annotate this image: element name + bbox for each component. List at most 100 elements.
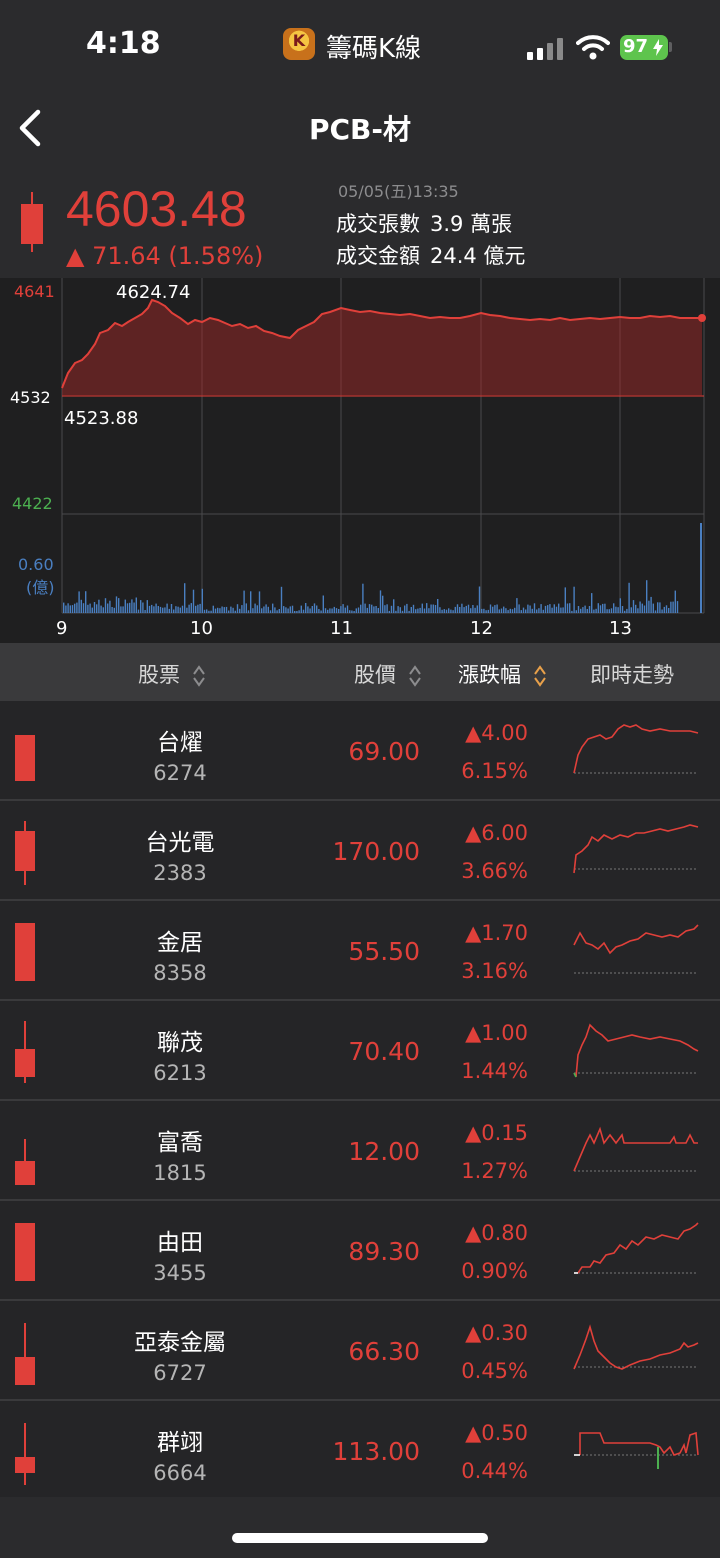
volume-bar xyxy=(450,609,452,613)
volume-bar xyxy=(454,606,456,613)
stock-price: 66.30 xyxy=(348,1337,420,1366)
volume-bar xyxy=(412,604,415,613)
volume-bar xyxy=(582,607,584,613)
volume-bar xyxy=(278,609,280,613)
volume-bar xyxy=(544,605,547,613)
candlestick-icon xyxy=(15,821,35,885)
quote-timestamp: 05/05(五)13:35 xyxy=(338,182,459,201)
volume-bar xyxy=(316,605,318,613)
volume-bar xyxy=(384,605,386,613)
volume-bar xyxy=(274,607,276,613)
cellular-signal-icon xyxy=(527,38,565,60)
volume-bar xyxy=(516,598,518,613)
sort-by-change[interactable]: 漲跌幅 xyxy=(458,659,546,689)
volume-bar xyxy=(551,607,553,613)
volume-bar xyxy=(300,605,302,613)
volume-bar xyxy=(320,610,322,613)
volume-bar xyxy=(199,603,201,613)
stock-pct: 3.66% xyxy=(461,859,528,883)
volume-bar xyxy=(228,610,230,613)
volume-bar xyxy=(615,606,617,613)
volume-bar xyxy=(648,600,650,613)
volume-bar xyxy=(168,608,170,613)
volume-bar xyxy=(254,603,256,613)
sort-by-price[interactable]: 股價 xyxy=(354,659,421,689)
stock-row[interactable]: 群翊 6664 113.00 ▲0.50 0.44% xyxy=(0,1401,720,1501)
volume-bar xyxy=(245,603,247,613)
volume-bar xyxy=(397,606,399,613)
volume-bar xyxy=(639,601,641,613)
volume-bar xyxy=(340,606,342,613)
stock-change: ▲0.80 xyxy=(465,1221,528,1245)
volume-bar xyxy=(434,605,437,613)
home-indicator[interactable] xyxy=(232,1533,488,1543)
volume-bar xyxy=(401,610,404,613)
volume-bar xyxy=(335,608,338,613)
sparkline xyxy=(574,1431,699,1469)
column-stock: 股票 xyxy=(138,663,180,687)
x-tick-13: 13 xyxy=(609,618,632,639)
volume-bar xyxy=(487,609,489,613)
volume-bar xyxy=(448,608,450,613)
stock-pct: 0.90% xyxy=(461,1259,528,1283)
stock-price: 89.30 xyxy=(348,1237,420,1266)
stock-row[interactable]: 台燿 6274 69.00 ▲4.00 6.15% xyxy=(0,701,720,801)
volume-bar xyxy=(489,604,492,613)
index-candlestick-icon xyxy=(21,192,43,252)
volume-bar xyxy=(294,611,296,613)
sort-by-stock[interactable]: 股票 xyxy=(138,659,205,689)
sort-icon xyxy=(408,665,421,687)
volume-bar xyxy=(203,609,206,613)
volume-bar xyxy=(124,599,126,613)
volume-bar xyxy=(93,602,96,613)
stock-row[interactable]: 金居 8358 55.50 ▲1.70 3.16% xyxy=(0,901,720,1001)
candlestick-icon xyxy=(15,1021,35,1083)
volume-bar xyxy=(399,607,401,613)
volume-bar xyxy=(661,609,663,613)
stock-price: 113.00 xyxy=(332,1437,420,1466)
volume-bar xyxy=(602,603,604,613)
intraday-chart[interactable]: 4641 4532 4422 4624.74 4523.88 0.60 (億) … xyxy=(0,278,720,643)
volume-bar xyxy=(577,606,580,613)
volume-bar xyxy=(613,603,615,613)
stock-change: ▲0.15 xyxy=(465,1121,528,1145)
stock-row[interactable]: 富喬 1815 12.00 ▲0.15 1.27% xyxy=(0,1101,720,1201)
volume-bar xyxy=(269,610,272,613)
volume-bar xyxy=(302,609,305,613)
volume-bar xyxy=(536,609,538,613)
intraday-chart-svg xyxy=(61,278,706,614)
volume-bar xyxy=(393,599,395,613)
volume-bar xyxy=(338,609,340,613)
stock-name: 台光電 xyxy=(145,830,215,856)
volume-bar xyxy=(285,607,287,613)
volume-bar xyxy=(96,604,98,613)
stock-change: ▲0.50 xyxy=(465,1421,528,1445)
volume-bar xyxy=(531,608,533,613)
stock-row[interactable]: 聯茂 6213 70.40 ▲1.00 1.44% xyxy=(0,1001,720,1101)
volume-bar xyxy=(87,604,89,613)
volume-bar xyxy=(272,603,274,613)
volume-unit: (億) xyxy=(26,578,55,597)
volume-bar xyxy=(628,582,630,613)
volume-bar xyxy=(146,600,148,613)
volume-bar xyxy=(463,607,465,613)
stock-change: ▲6.00 xyxy=(465,821,528,845)
volume-bar xyxy=(78,591,80,613)
volume-bar xyxy=(206,609,208,613)
stock-row[interactable]: 亞泰金屬 6727 66.30 ▲0.30 0.45% xyxy=(0,1301,720,1401)
volume-bar xyxy=(217,607,219,613)
volume-bar xyxy=(624,610,626,613)
volume-bar xyxy=(236,604,239,613)
stock-row[interactable]: 台光電 2383 170.00 ▲6.00 3.66% xyxy=(0,801,720,901)
volume-bar xyxy=(137,609,140,613)
volume-bar xyxy=(379,590,382,613)
stock-row[interactable]: 由田 3455 89.30 ▲0.80 0.90% xyxy=(0,1201,720,1301)
volume-bar xyxy=(663,606,665,613)
volume-bar xyxy=(485,610,487,613)
amount-line: 成交金額 24.4 億元 xyxy=(336,240,525,270)
volume-bar xyxy=(474,607,476,613)
volume-bar xyxy=(65,605,67,613)
volume-bar xyxy=(533,603,536,613)
status-app-name: 籌碼K線 xyxy=(326,34,422,64)
volume-bars xyxy=(63,580,679,613)
